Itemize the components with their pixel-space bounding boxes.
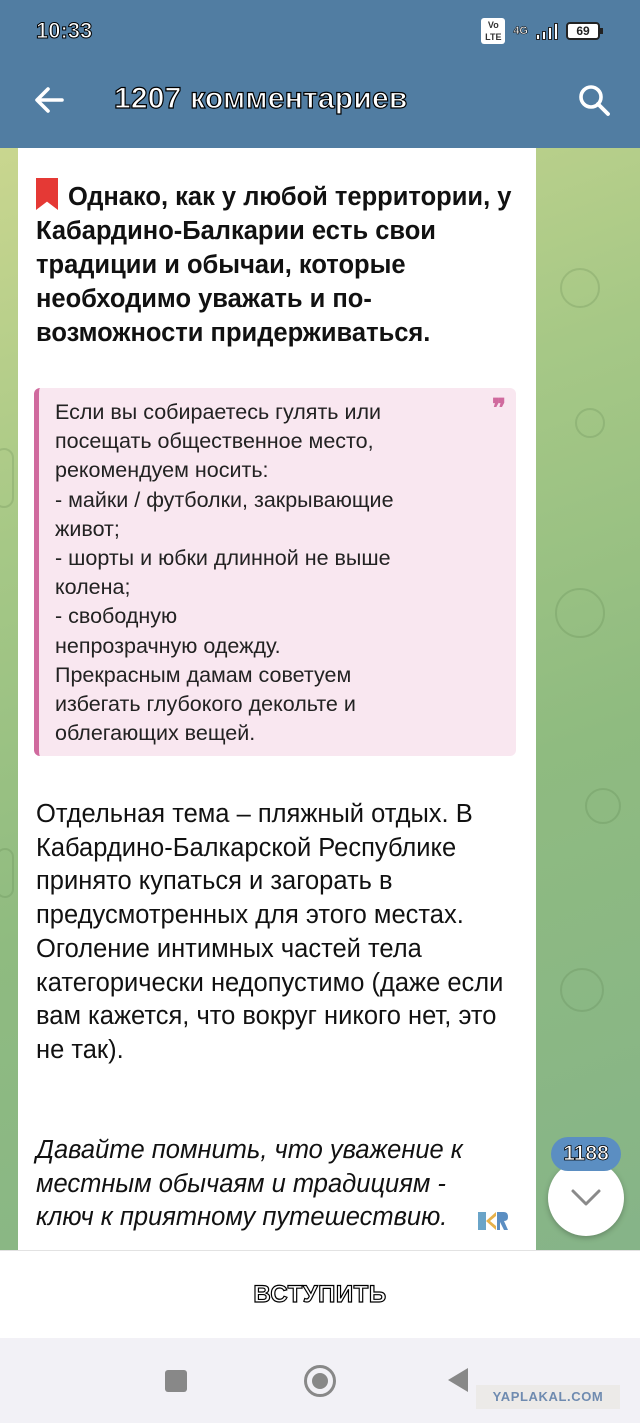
join-button[interactable]: ВСТУПИТЬ [0, 1251, 640, 1339]
join-bar: ВСТУПИТЬ [0, 1250, 640, 1338]
status-bar: 10:33 Vo LTE 4G 69 [0, 0, 640, 56]
chat-header: 1207 комментариев [0, 56, 640, 148]
background-doodle [0, 848, 14, 898]
message-body: Отдельная тема – пляжный отдых. В Кабард… [36, 800, 504, 1064]
volte-icon: Vo LTE [481, 18, 506, 44]
arrow-left-icon [35, 87, 64, 113]
background-doodle [0, 448, 14, 508]
background-doodle [560, 268, 600, 308]
search-button[interactable] [572, 78, 616, 122]
system-back-button[interactable] [448, 1368, 468, 1392]
quote-text: Если вы собираетесь гулять или посещать … [55, 400, 394, 746]
background-doodle [575, 408, 605, 438]
background-doodle [560, 968, 604, 1012]
unread-count-badge: 1188 [551, 1137, 621, 1171]
status-time: 10:33 [35, 18, 93, 44]
chevron-down-icon [571, 1189, 601, 1206]
home-button[interactable] [304, 1365, 336, 1397]
watermark: YAPLAKAL.COM [476, 1385, 620, 1409]
battery-icon: 69 [566, 22, 603, 40]
bookmark-icon [36, 178, 58, 210]
network-type-label: 4G [513, 25, 528, 38]
status-icons: Vo LTE 4G 69 [481, 18, 603, 44]
message-lead: Однако, как у любой территории, у Кабард… [36, 178, 516, 350]
message-bubble: Однако, как у любой территории, у Кабард… [18, 148, 536, 1250]
lead-text: Однако, как у любой территории, у Кабард… [36, 183, 512, 347]
message-quote: Если вы собираетесь гулять или посещать … [34, 388, 516, 756]
recent-apps-button[interactable] [165, 1370, 187, 1392]
message-closing: Давайте помнить, что уважение к местным … [36, 1136, 463, 1232]
page-title: 1207 комментариев [113, 81, 408, 115]
system-navigation-bar [0, 1338, 640, 1423]
background-doodle [555, 588, 605, 638]
quote-icon: ❞ [492, 394, 506, 423]
background-doodle [585, 788, 621, 824]
back-button[interactable] [28, 78, 72, 122]
signal-icon [536, 22, 558, 40]
scroll-down-button[interactable] [548, 1160, 624, 1236]
channel-logo-icon [478, 1212, 508, 1230]
search-icon [579, 85, 610, 116]
